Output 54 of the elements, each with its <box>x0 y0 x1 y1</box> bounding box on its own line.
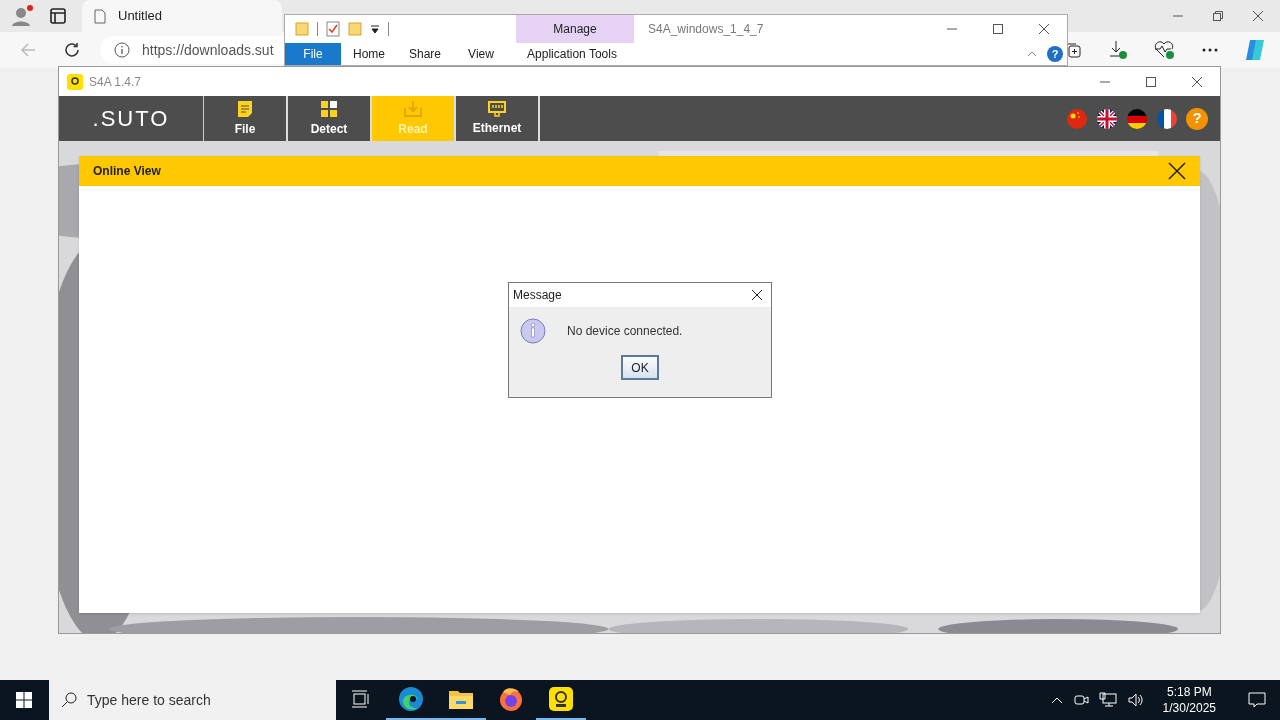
uk-flag-icon[interactable] <box>1096 107 1118 130</box>
help-icon[interactable]: ? <box>1047 46 1063 62</box>
france-flag-icon[interactable] <box>1156 107 1178 130</box>
camera-icon[interactable] <box>1072 692 1089 708</box>
task-view-icon <box>351 690 371 708</box>
info-icon <box>114 42 130 58</box>
window-title: S4A_windows_1_4_7 <box>648 21 764 38</box>
china-flag-icon[interactable] <box>1066 107 1088 130</box>
info-icon <box>519 317 547 345</box>
folder-icon <box>448 688 474 710</box>
page-icon <box>94 8 106 24</box>
ribbon-tab[interactable]: View <box>453 43 509 65</box>
address-bar[interactable]: https://downloads.sut <box>100 36 284 64</box>
properties-icon[interactable] <box>326 21 340 37</box>
document-icon <box>237 99 253 118</box>
more-icon[interactable] <box>1202 48 1218 52</box>
ribbon-tab[interactable]: Application Tools <box>513 43 631 65</box>
windows-start-icon[interactable] <box>16 692 32 708</box>
close-icon[interactable] <box>1252 10 1264 22</box>
search-icon <box>61 692 77 708</box>
edge-icon <box>398 686 424 712</box>
message-text: No device connected. <box>567 323 683 340</box>
ribbon-tab[interactable]: Home <box>341 43 397 65</box>
tabs-icon[interactable] <box>50 8 66 24</box>
ok-button[interactable]: OK <box>621 355 659 380</box>
app-icon <box>548 686 574 712</box>
germany-flag-icon[interactable] <box>1126 107 1148 130</box>
dropdown-icon[interactable] <box>370 24 380 34</box>
close-icon[interactable] <box>1168 162 1186 180</box>
grid-icon <box>320 99 338 118</box>
restore-icon[interactable] <box>1212 10 1224 22</box>
ethernet-icon <box>488 100 506 117</box>
browser-tab[interactable]: Untitled <box>82 0 282 32</box>
context-group-header: Manage <box>516 15 634 43</box>
chevron-up-icon[interactable] <box>1050 696 1063 704</box>
download-icon <box>403 99 423 118</box>
ribbon-tab[interactable]: File <box>285 43 341 65</box>
clock[interactable]: 5:18 PM 1/30/2025 <box>1162 684 1216 716</box>
notification-icon[interactable] <box>1248 692 1266 708</box>
dialog-title: Message <box>513 287 562 304</box>
volume-icon[interactable] <box>1126 692 1145 708</box>
collapse-icon[interactable] <box>1027 51 1037 57</box>
download-icon[interactable] <box>1108 40 1128 60</box>
profile-icon[interactable] <box>10 4 34 28</box>
app-icon <box>67 73 83 90</box>
network-icon[interactable] <box>1098 692 1117 708</box>
window-title: S4A 1.4.7 <box>89 73 142 91</box>
firefox-icon <box>498 686 524 712</box>
panel-title: Online View <box>93 163 161 180</box>
search-field[interactable]: Type here to search <box>49 680 336 720</box>
refresh-icon[interactable] <box>64 42 80 58</box>
close-icon[interactable] <box>751 289 763 301</box>
health-icon[interactable] <box>1154 40 1176 60</box>
ribbon-tab[interactable]: Share <box>397 43 453 65</box>
